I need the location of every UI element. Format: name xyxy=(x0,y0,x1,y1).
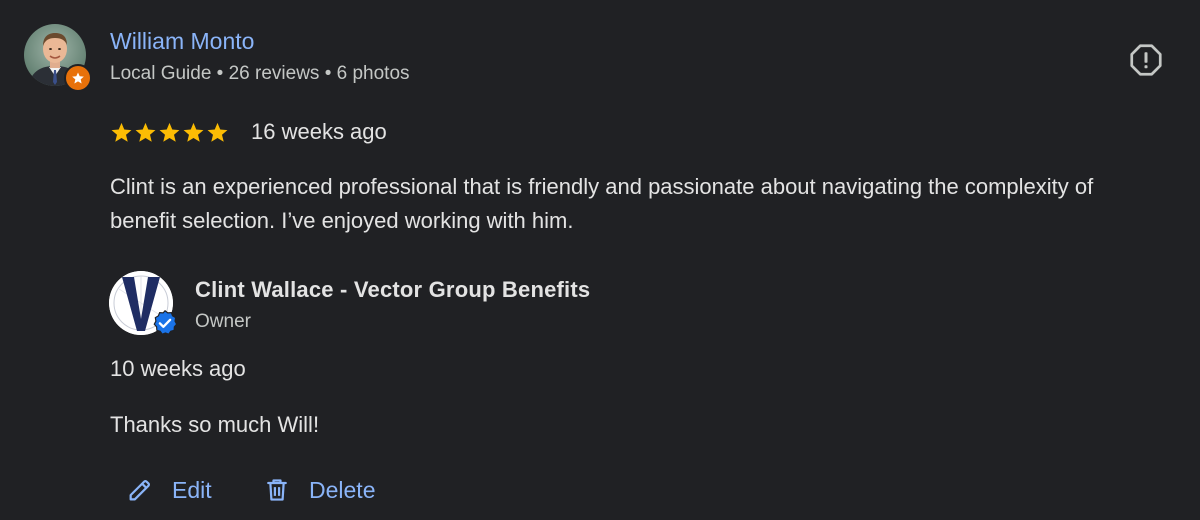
star-icon xyxy=(183,122,204,142)
star-icon xyxy=(135,122,156,142)
star-icon xyxy=(159,122,180,142)
trash-icon xyxy=(263,476,291,504)
star-rating xyxy=(110,121,229,144)
owner-role: Owner xyxy=(195,311,251,332)
delete-label: Delete xyxy=(309,476,376,503)
pencil-icon xyxy=(126,476,154,504)
reviewer-name[interactable]: William Monto xyxy=(110,26,254,56)
reply-text: Thanks so much Will! xyxy=(110,412,320,437)
edit-label: Edit xyxy=(172,476,212,503)
review-time: 16 weeks ago xyxy=(251,119,387,144)
report-button[interactable] xyxy=(1126,40,1166,80)
delete-button[interactable]: Delete xyxy=(263,472,375,508)
reply-time: 10 weeks ago xyxy=(110,356,246,381)
star-icon xyxy=(207,122,228,142)
reviewer-meta: Local Guide • 26 reviews • 6 photos xyxy=(110,63,410,84)
verified-check-icon xyxy=(153,309,178,335)
edit-button[interactable]: Edit xyxy=(126,472,212,508)
local-guide-badge xyxy=(64,64,92,92)
local-guide-star-icon xyxy=(72,72,84,84)
review-text: Clint is an experienced professional tha… xyxy=(110,174,1094,233)
reviewer-avatar[interactable] xyxy=(24,24,92,92)
owner-avatar[interactable] xyxy=(109,271,178,335)
rating-row: 16 weeks ago xyxy=(110,116,387,148)
report-icon xyxy=(1130,44,1162,76)
star-icon xyxy=(111,122,132,142)
owner-name: Clint Wallace - Vector Group Benefits xyxy=(195,277,591,302)
review-card: William Monto Local Guide • 26 reviews •… xyxy=(0,0,1200,520)
